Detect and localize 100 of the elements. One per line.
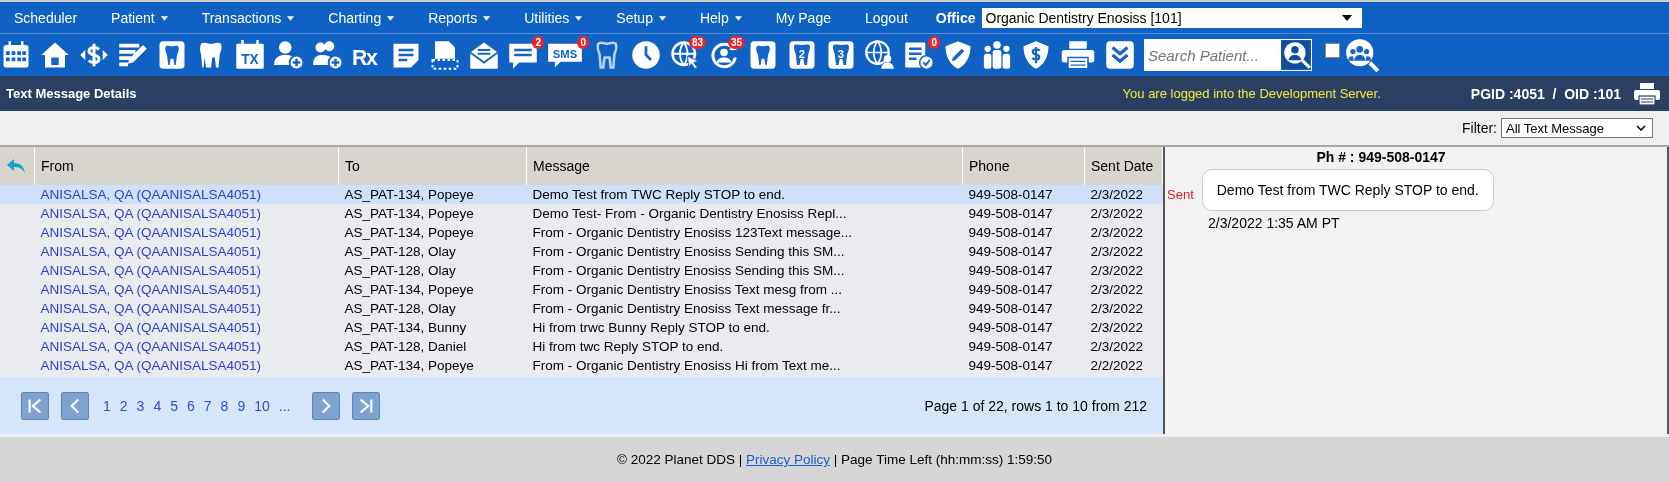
last-page-button[interactable]	[352, 391, 381, 420]
menu-item[interactable]: Setup	[616, 9, 666, 26]
table-cell: AS_PAT-128, Olay	[344, 301, 456, 316]
sender-link[interactable]: ANISALSA, QA (QAANISALSA4051)	[40, 225, 262, 240]
printer-icon[interactable]	[1633, 80, 1661, 107]
calendar-icon[interactable]	[1, 40, 31, 70]
message-bubble: Demo Test from TWC Reply STOP to end.	[1201, 169, 1494, 211]
table-row[interactable]: ANISALSA, QA (QAANISALSA4051) AS_PAT-134, Popeye Demo Test- From - Organic Dentistry Enosiss Repl... 949-508-0147 2/3/2022	[0, 204, 1163, 223]
table-row[interactable]: ANISALSA, QA (QAANISALSA4051) AS_PAT-128, Olay From - Organic Dentistry Enosiss Text message fr... 949-508-0147 2/3/2022	[0, 299, 1163, 318]
table-cell: 2/2/2022	[1090, 358, 1144, 373]
page-link[interactable]: 2	[119, 397, 128, 414]
search-field[interactable]: Search Patient...	[1144, 39, 1280, 71]
checkbox[interactable]	[1325, 42, 1340, 58]
prescription-icon[interactable]: Rx	[352, 40, 382, 70]
add-users-icon[interactable]	[313, 40, 343, 70]
globe-user-icon[interactable]	[865, 40, 895, 70]
table-cell: From - Organic Dentistry Enosiss Sending this SM...	[532, 244, 845, 259]
home-icon[interactable]	[40, 40, 70, 70]
column-header[interactable]: Phone	[969, 158, 1010, 174]
more-pages-link[interactable]: ...	[278, 397, 291, 414]
menu-item[interactable]: Logout	[865, 9, 908, 26]
printer-icon[interactable]	[1060, 40, 1096, 70]
table-row[interactable]: ANISALSA, QA (QAANISALSA4051) AS_PAT-134, Popeye Demo Test from TWC Reply STOP to end. 949-508-0147 2/3/2022	[0, 185, 1163, 204]
table-cell: AS_PAT-134, Popeye	[344, 225, 474, 240]
phone-number: Ph # : 949-508-0147	[1315, 149, 1447, 165]
tooth-icon[interactable]	[748, 40, 778, 70]
column-header[interactable]: From	[41, 158, 74, 174]
office-select[interactable]: Organic Dentistry Enosiss [101]	[981, 7, 1362, 28]
add-user-icon[interactable]	[274, 40, 304, 70]
table-cell: Hi from twc Reply STOP to end.	[532, 339, 724, 354]
page-link[interactable]: 4	[153, 397, 162, 414]
envelope-icon[interactable]	[469, 40, 499, 70]
sender-link[interactable]: ANISALSA, QA (QAANISALSA4051)	[40, 244, 262, 259]
group-search-icon[interactable]	[1345, 38, 1379, 72]
filter-label: Filter:	[1462, 120, 1497, 136]
table-cell: AS_PAT-134, Popeye	[344, 358, 474, 373]
page-link[interactable]: 10	[254, 397, 270, 414]
table-cell: AS_PAT-128, Daniel	[344, 339, 467, 354]
patient-search-icon[interactable]	[1280, 39, 1312, 71]
menu-item[interactable]: Charting	[328, 9, 395, 26]
menu-item[interactable]: My Page	[775, 9, 831, 26]
sender-link[interactable]: ANISALSA, QA (QAANISALSA4051)	[40, 301, 262, 316]
previous-page-button[interactable]	[61, 391, 89, 420]
table-cell: From - Organic Dentistry Enosiss Sending this SM...	[532, 263, 845, 278]
sender-link[interactable]: ANISALSA, QA (QAANISALSA4051)	[40, 263, 262, 278]
menu-item[interactable]: Patient	[111, 9, 168, 26]
table-row[interactable]: ANISALSA, QA (QAANISALSA4051) AS_PAT-134, Popeye From - Organic Dentistry Enosiss Hi from Text me... 949-508-0147 2/2/2022	[0, 356, 1163, 375]
page-link[interactable]: 6	[187, 397, 195, 414]
page-link[interactable]: 3	[136, 397, 145, 414]
table-cell: 949-508-0147	[968, 263, 1053, 278]
menu-item[interactable]: Transactions	[201, 9, 295, 26]
sender-link[interactable]: ANISALSA, QA (QAANISALSA4051)	[40, 282, 262, 297]
next-page-button[interactable]	[312, 391, 341, 420]
checklist-icon[interactable]	[904, 40, 934, 70]
menu-item[interactable]: Help	[699, 9, 742, 26]
table-row[interactable]: ANISALSA, QA (QAANISALSA4051) AS_PAT-134, Popeye From - Organic Dentistry Enosiss Text mesg from ... 949-508-0147 2/3/2022	[0, 280, 1163, 299]
shield-pencil-icon[interactable]	[943, 40, 973, 70]
table-cell: 2/3/2022	[1090, 244, 1144, 259]
notification-badge: 2	[532, 36, 544, 49]
tooth-icon[interactable]	[157, 40, 187, 70]
table-cell: 949-508-0147	[968, 282, 1053, 297]
column-header[interactable]: Message	[533, 158, 590, 174]
page-link[interactable]: 1	[103, 397, 111, 414]
treatment-icon[interactable]: TX	[235, 40, 265, 70]
table-cell: From - Organic Dentistry Enosiss Text message fr...	[532, 301, 841, 316]
chevrons-down-icon[interactable]	[1105, 40, 1135, 70]
shield-dollar-icon[interactable]	[1021, 40, 1051, 70]
menu-item[interactable]: Reports	[428, 9, 491, 26]
table-cell: 2/3/2022	[1090, 339, 1144, 354]
page-link[interactable]: 9	[237, 397, 246, 414]
page-link[interactable]: 5	[170, 397, 178, 414]
tooth-number-icon[interactable]: 2	[787, 40, 817, 70]
sender-link[interactable]: ANISALSA, QA (QAANISALSA4051)	[40, 358, 262, 373]
privacy-policy-link[interactable]: Privacy Policy	[746, 452, 831, 467]
menu-item[interactable]: Utilities	[524, 9, 583, 26]
table-row[interactable]: ANISALSA, QA (QAANISALSA4051) AS_PAT-128, Daniel Hi from twc Reply STOP to end. 949-508-0147 2/3/2022	[0, 337, 1163, 356]
page-link[interactable]: 7	[203, 397, 212, 414]
table-row[interactable]: ANISALSA, QA (QAANISALSA4051) AS_PAT-128, Olay From - Organic Dentistry Enosiss Sending this SM... 949-508-0147 2/3/2022	[0, 261, 1163, 280]
group-icon[interactable]	[982, 40, 1012, 70]
table-cell: AS_PAT-128, Olay	[344, 263, 456, 278]
table-cell: From - Organic Dentistry Enosiss Text mesg from ...	[532, 282, 843, 297]
table-row[interactable]: ANISALSA, QA (QAANISALSA4051) AS_PAT-128, Olay From - Organic Dentistry Enosiss Sending this SM... 949-508-0147 2/3/2022	[0, 242, 1163, 261]
sender-link[interactable]: ANISALSA, QA (QAANISALSA4051)	[40, 339, 262, 354]
column-header[interactable]: To	[345, 158, 360, 174]
clock-icon[interactable]	[631, 40, 661, 70]
notification-badge: 35	[727, 36, 745, 49]
first-page-button[interactable]	[21, 391, 49, 420]
table-cell: AS_PAT-128, Olay	[344, 244, 456, 259]
table-row[interactable]: ANISALSA, QA (QAANISALSA4051) AS_PAT-134, Bunny Hi from trwc Bunny Reply STOP to end. 949-508-0147 2/3/2022	[0, 318, 1163, 337]
tooth-number-icon[interactable]: 3	[826, 40, 856, 70]
table-row[interactable]: ANISALSA, QA (QAANISALSA4051) AS_PAT-134, Popeye From - Organic Dentistry Enosiss 123Text message... 949-508-0147 2/3/2022	[0, 223, 1163, 242]
table-cell: AS_PAT-134, Popeye	[344, 282, 474, 297]
table-cell: 2/3/2022	[1090, 225, 1144, 240]
filter-select[interactable]: All Text Message	[1501, 118, 1653, 138]
document-icon[interactable]	[430, 40, 460, 70]
table-cell: 949-508-0147	[968, 206, 1053, 221]
menu-item[interactable]: Scheduler	[14, 9, 78, 26]
page-link[interactable]: 8	[220, 397, 229, 414]
sender-link[interactable]: ANISALSA, QA (QAANISALSA4051)	[40, 206, 262, 221]
sender-link[interactable]: ANISALSA, QA (QAANISALSA4051)	[40, 320, 262, 335]
